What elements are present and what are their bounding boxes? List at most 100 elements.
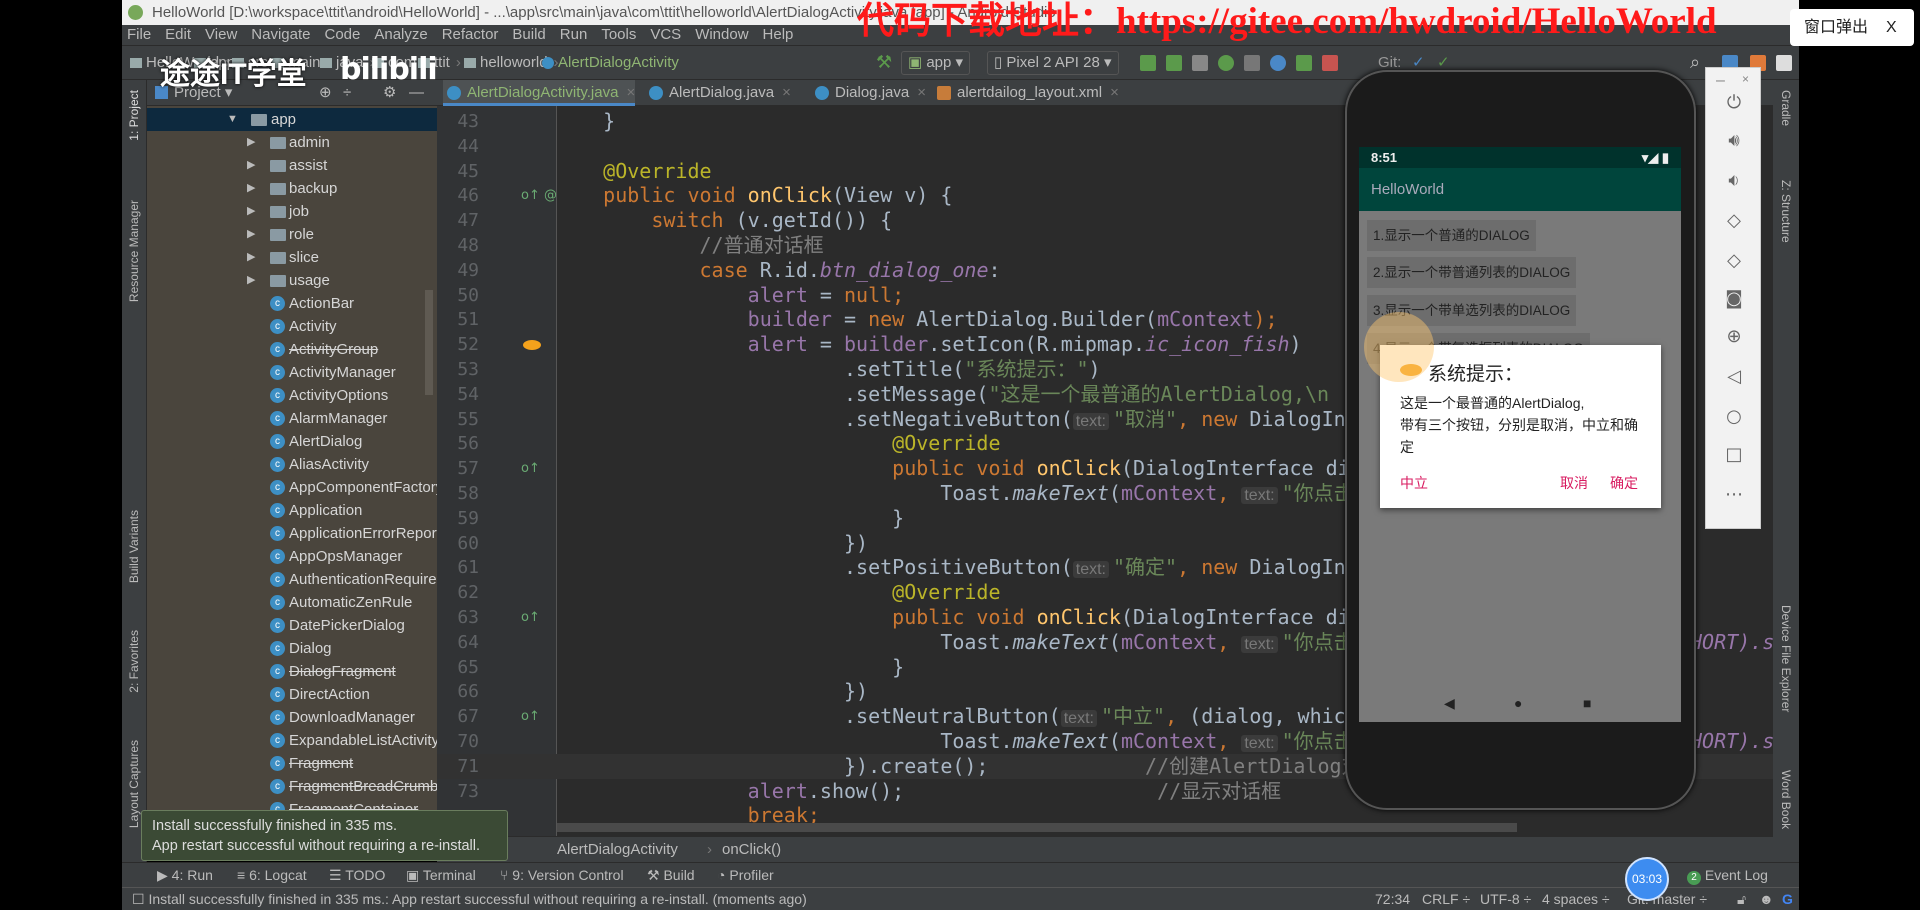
run-config-dropdown[interactable]: ▣ app ▾ xyxy=(901,51,971,75)
menu-edit[interactable]: Edit xyxy=(165,25,191,45)
tab-alertdialog-java[interactable]: AlertDialog.java × xyxy=(645,80,791,106)
attach-debugger-icon[interactable] xyxy=(1244,55,1260,71)
menu-build[interactable]: Build xyxy=(512,25,545,45)
stop-icon[interactable] xyxy=(1322,55,1338,71)
back-icon[interactable]: ◀ xyxy=(1444,695,1455,712)
menu-vcs[interactable]: VCS xyxy=(650,25,681,45)
close-tab-icon[interactable]: × xyxy=(1110,84,1119,101)
tree-class[interactable]: c AuthenticationRequiredException xyxy=(147,568,437,591)
popout-close-icon[interactable]: X xyxy=(1886,19,1897,36)
tree-class[interactable]: c DialogFragment xyxy=(147,660,437,683)
dialog-one-button[interactable]: 1.显示一个普通的DIALOG xyxy=(1367,220,1536,251)
tab-dialog-java[interactable]: Dialog.java × xyxy=(811,80,926,106)
tool-profiler[interactable]: ◔ Profiler xyxy=(717,863,774,888)
debug-attach-icon[interactable] xyxy=(1296,55,1312,71)
search-icon[interactable]: ⌕ xyxy=(1690,46,1700,79)
rotate-right-icon[interactable]: ◇ xyxy=(1706,250,1762,271)
menu-file[interactable]: File xyxy=(127,25,151,45)
tree-class[interactable]: c Activity xyxy=(147,315,437,338)
override-marker-icon[interactable]: o↑ xyxy=(521,456,540,481)
tool-version-control[interactable]: ⑂ 9: Version Control xyxy=(500,863,624,888)
close-tab-icon[interactable]: × xyxy=(917,84,926,101)
tool-word-book[interactable]: Word Book xyxy=(1779,770,1793,829)
tree-class[interactable]: c ExpandableListActivity xyxy=(147,729,437,752)
tree-class[interactable]: c ActivityOptions xyxy=(147,384,437,407)
indent-setting[interactable]: 4 spaces ÷ xyxy=(1542,888,1610,910)
collapse-arrow-icon[interactable]: ▶ xyxy=(247,269,255,292)
tool-resource-manager[interactable]: Resource Manager xyxy=(127,200,141,302)
event-log-button[interactable]: 2 Event Log xyxy=(1687,863,1768,888)
more-icon[interactable]: ⋯ xyxy=(1706,484,1762,505)
tree-class[interactable]: c AlarmManager xyxy=(147,407,437,430)
tree-class[interactable]: c ActivityGroup xyxy=(147,338,437,361)
tree-class[interactable]: c DirectAction xyxy=(147,683,437,706)
tree-class[interactable]: c AlertDialog xyxy=(147,430,437,453)
tab-alertdailog-layout-xml[interactable]: alertdailog_layout.xml × xyxy=(933,80,1119,106)
popout-window-button[interactable]: 窗口弹出 X xyxy=(1790,9,1914,46)
close-icon[interactable]: × xyxy=(1742,72,1749,86)
tool-todo[interactable]: ☰ TODO xyxy=(329,863,385,888)
user-avatar-icon[interactable] xyxy=(1776,55,1792,71)
menu-navigate[interactable]: Navigate xyxy=(251,25,310,45)
breadcrumb-method[interactable]: onClick() xyxy=(722,837,781,863)
menu-tools[interactable]: Tools xyxy=(601,25,636,45)
volume-up-icon[interactable]: 🔊︎ xyxy=(1706,130,1762,151)
build-hammer-icon[interactable]: ⚒ xyxy=(876,46,892,79)
sync-icon[interactable] xyxy=(1192,55,1208,71)
apply-code-changes-icon[interactable] xyxy=(1166,55,1182,71)
back-icon[interactable]: ◁ xyxy=(1706,366,1762,387)
tree-class[interactable]: c FragmentBreadCrumbs xyxy=(147,775,437,798)
device-dropdown[interactable]: ▯ Pixel 2 API 28 ▾ xyxy=(987,51,1119,75)
tree-class[interactable]: c Fragment xyxy=(147,752,437,775)
overview-icon[interactable]: □ xyxy=(1706,444,1762,465)
tab-alertdialogactivity-java[interactable]: AlertDialogActivity.java × xyxy=(443,80,636,106)
editor-horizontal-scrollbar[interactable] xyxy=(557,823,1517,832)
tool-build-variants[interactable]: Build Variants xyxy=(127,510,141,583)
tree-class[interactable]: c Application xyxy=(147,499,437,522)
tool-layout-captures[interactable]: Layout Captures xyxy=(127,740,141,828)
emulator-screen[interactable]: 8:51 ▾◢ ▮ HelloWorld 1.显示一个普通的DIALOG 2.显示… xyxy=(1359,147,1681,722)
close-tab-icon[interactable]: × xyxy=(782,84,791,101)
menu-code[interactable]: Code xyxy=(324,25,360,45)
collapse-arrow-icon[interactable]: ▶ xyxy=(247,177,255,200)
tree-folder-backup[interactable]: ▶ backup xyxy=(147,177,437,200)
menu-window[interactable]: Window xyxy=(695,25,748,45)
tree-item-app[interactable]: ▼ app xyxy=(147,108,437,131)
camera-icon[interactable]: ◙ xyxy=(1706,288,1762,309)
menu-run[interactable]: Run xyxy=(560,25,588,45)
tree-folder-admin[interactable]: ▶ admin xyxy=(147,131,437,154)
recents-icon[interactable]: ■ xyxy=(1583,695,1591,711)
apply-changes-icon[interactable] xyxy=(1140,55,1156,71)
inspector-icon[interactable]: ☻ xyxy=(1759,888,1774,910)
positive-button[interactable]: 确定 xyxy=(1610,473,1638,493)
negative-button[interactable]: 取消 xyxy=(1560,473,1588,493)
tree-class[interactable]: c AutomaticZenRule xyxy=(147,591,437,614)
collapse-arrow-icon[interactable]: ▶ xyxy=(247,131,255,154)
tree-class[interactable]: c DownloadManager xyxy=(147,706,437,729)
tool-logcat[interactable]: ≡ 6: Logcat xyxy=(237,863,307,888)
tool-project[interactable]: 1: Project xyxy=(127,90,141,141)
tree-class[interactable]: c ApplicationErrorReport xyxy=(147,522,437,545)
tool-device-file-explorer[interactable]: Device File Explorer xyxy=(1779,605,1793,712)
power-icon[interactable]: ⏻ xyxy=(1706,92,1762,113)
breadcrumb-class[interactable]: AlertDialogActivity xyxy=(557,837,678,863)
minimize-icon[interactable]: – xyxy=(1716,72,1725,90)
tool-terminal[interactable]: ▣ Terminal xyxy=(406,863,476,888)
profile-icon[interactable] xyxy=(1270,55,1286,71)
dialog-list-button[interactable]: 2.显示一个带普通列表的DIALOG xyxy=(1367,257,1577,288)
tree-class[interactable]: c AliasActivity xyxy=(147,453,437,476)
menu-view[interactable]: View xyxy=(205,25,237,45)
expand-arrow-icon[interactable]: ▼ xyxy=(227,108,238,131)
collapse-arrow-icon[interactable]: ▶ xyxy=(247,154,255,177)
menu-refactor[interactable]: Refactor xyxy=(442,25,499,45)
status-toggle-icon[interactable]: ☐ xyxy=(132,891,145,907)
project-tree-scrollbar[interactable] xyxy=(425,290,433,395)
tree-class[interactable]: c Dialog xyxy=(147,637,437,660)
tree-class[interactable]: c AppComponentFactory xyxy=(147,476,437,499)
tree-folder-usage[interactable]: ▶ usage xyxy=(147,269,437,292)
locate-icon[interactable]: ⊕ xyxy=(319,80,332,106)
tool-favorites[interactable]: 2: Favorites xyxy=(127,630,141,693)
line-separator[interactable]: CRLF ÷ xyxy=(1422,888,1470,910)
override-marker-icon[interactable]: o↑ xyxy=(521,704,540,729)
zoom-icon[interactable]: ⊕ xyxy=(1706,326,1762,347)
